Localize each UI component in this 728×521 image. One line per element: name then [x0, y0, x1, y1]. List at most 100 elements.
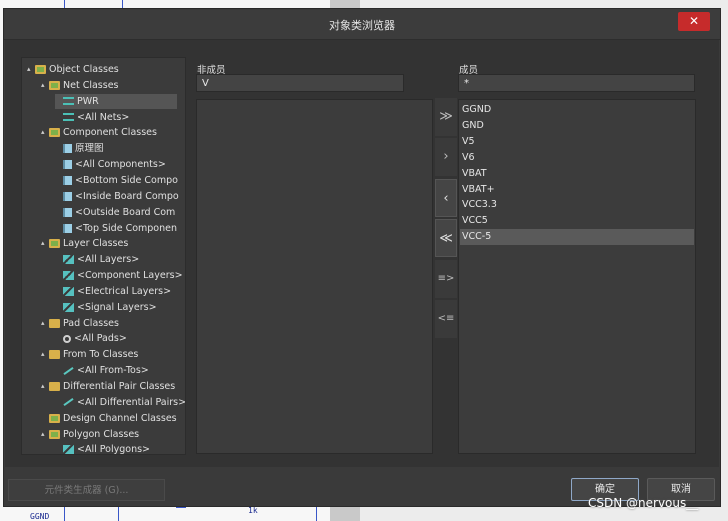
component-class-icon	[63, 223, 72, 233]
tree-item[interactable]: <All Differential Pairs>	[55, 395, 186, 410]
tree-item[interactable]: <Outside Board Com	[55, 205, 175, 220]
tree-item-label: <Component Layers>	[77, 270, 183, 282]
tree-item-label: <All Nets>	[77, 111, 130, 123]
tree-item[interactable]: ▴ Polygon Classes	[41, 427, 139, 442]
double-chevron-right-icon: ≫	[439, 109, 453, 124]
folder-icon	[49, 318, 60, 328]
expand-toggle-icon[interactable]: ▴	[41, 427, 49, 442]
expand-toggle-icon[interactable]: ▴	[41, 379, 49, 394]
tree-item[interactable]: ▴ Component Classes	[41, 125, 157, 140]
tree-item[interactable]: <Inside Board Compo	[55, 189, 179, 204]
tree-item-label: <All Pads>	[74, 333, 127, 345]
schematic-label: 1k	[248, 506, 258, 515]
tree-item[interactable]: ▴ Layer Classes	[41, 236, 128, 251]
member-list-item[interactable]: V6	[460, 150, 694, 166]
non-members-filter-input[interactable]: V	[196, 74, 404, 92]
object-class-tree[interactable]: ▲ ▼ ▴Object Classes▴Net ClassesPWR<All N…	[21, 57, 186, 455]
list-arrow-right-icon: ≡>	[437, 273, 455, 284]
tree-item-label: Component Classes	[63, 127, 157, 139]
tree-item[interactable]: ▴ Object Classes	[27, 62, 119, 77]
tree-item[interactable]: <Signal Layers>	[55, 300, 157, 315]
member-list-item[interactable]: VBAT+	[460, 182, 694, 198]
expand-toggle-icon[interactable]: ▴	[41, 78, 49, 93]
member-list-item[interactable]: V5	[460, 134, 694, 150]
tree-item[interactable]: <All Components>	[55, 157, 166, 172]
tree-item[interactable]: <All Layers>	[55, 252, 139, 267]
tree-item[interactable]: ▴ Differential Pair Classes	[41, 379, 175, 394]
tree-item-label: <Outside Board Com	[75, 206, 176, 218]
members-list[interactable]: GGND GND V5 V6 VBAT VBAT+ VCC3.3 VCC5 VCC-5	[458, 99, 696, 454]
add-button[interactable]: ›	[435, 138, 457, 176]
tree-item[interactable]: <All Nets>	[55, 110, 129, 125]
expand-toggle-icon[interactable]: ▴	[27, 62, 35, 77]
schematic-wire	[122, 0, 123, 8]
pad-class-icon	[63, 334, 71, 343]
tree-item[interactable]: <Top Side Componen	[55, 221, 177, 236]
folder-open-icon	[49, 80, 60, 90]
expand-toggle-icon[interactable]: ▴	[41, 236, 49, 251]
member-list-item[interactable]: VCC3.3	[460, 197, 694, 213]
close-button[interactable]: ✕	[678, 12, 710, 31]
component-class-icon	[63, 175, 72, 185]
tree-item[interactable]: <Bottom Side Compo	[55, 173, 178, 188]
tree-item-label: <Bottom Side Compo	[75, 174, 178, 186]
dialog-title: 对象类浏览器	[329, 19, 395, 32]
tree-item[interactable]: ▴ Pad Classes	[41, 316, 119, 331]
component-class-icon	[63, 144, 72, 154]
tree-item[interactable]: PWR	[55, 93, 177, 109]
tree-item[interactable]: 原理图	[55, 141, 104, 156]
non-members-list[interactable]	[196, 99, 433, 454]
tree-item-label: <All Polygons>	[77, 444, 150, 455]
expand-toggle-icon[interactable]: ▴	[41, 125, 49, 140]
tree-item[interactable]: ▴ Net Classes	[41, 78, 118, 93]
tree-item[interactable]: ▴ From To Classes	[41, 347, 138, 362]
remove-all-button[interactable]: ≪	[435, 219, 457, 257]
from-to-class-icon	[63, 398, 74, 407]
tree-item[interactable]: <Electrical Layers>	[55, 284, 171, 299]
tree-item-label: <All Layers>	[77, 254, 140, 266]
expand-toggle-icon[interactable]: ▴	[41, 316, 49, 331]
tree-item-label: <Signal Layers>	[77, 301, 157, 313]
tree-item-label: <Electrical Layers>	[77, 285, 172, 297]
tree-item[interactable]: Design Channel Classes	[41, 411, 177, 426]
watermark: CSDN @nervous__	[588, 496, 699, 510]
tree-item[interactable]: <Component Layers>	[55, 268, 183, 283]
component-class-icon	[63, 160, 72, 170]
double-chevron-left-icon: ≪	[439, 231, 453, 246]
tree-item-label: <Top Side Componen	[75, 222, 178, 234]
remove-button[interactable]: ‹	[435, 179, 457, 217]
layer-class-icon	[63, 255, 74, 265]
chevron-left-icon: ‹	[443, 191, 449, 206]
component-class-icon	[63, 191, 72, 201]
add-to-class-button[interactable]: ≡>	[435, 260, 457, 298]
tree-item[interactable]: <All Pads>	[55, 331, 127, 346]
folder-open-icon	[49, 429, 60, 439]
tree-item-label: 原理图	[75, 143, 104, 155]
schematic-wire	[64, 0, 65, 8]
members-filter-input[interactable]: *	[458, 74, 695, 92]
list-arrow-left-icon: <≡	[437, 313, 455, 324]
tree-item-label: Layer Classes	[63, 238, 129, 250]
member-list-item[interactable]: GND	[460, 118, 694, 134]
tree-item[interactable]: <All From-Tos>	[55, 363, 149, 378]
member-list-item[interactable]: GGND	[460, 102, 694, 118]
layer-class-icon	[63, 271, 74, 281]
folder-open-icon	[49, 128, 60, 138]
tree-item[interactable]: <All Polygons>	[55, 442, 150, 455]
tree-item-label: PWR	[77, 95, 99, 107]
member-list-item[interactable]: VBAT	[460, 166, 694, 182]
tree-item-label: From To Classes	[63, 349, 139, 361]
add-all-button[interactable]: ≫	[435, 98, 457, 136]
close-icon: ✕	[688, 14, 700, 28]
tree-item-label: Pad Classes	[63, 317, 119, 329]
folder-open-icon	[49, 239, 60, 249]
expand-toggle-icon[interactable]: ▴	[41, 347, 49, 362]
member-list-item[interactable]: VCC-5	[460, 229, 694, 246]
tree-item-label: Object Classes	[49, 64, 119, 75]
tree-item-label: <All Differential Pairs>	[77, 396, 186, 408]
remove-from-class-button[interactable]: <≡	[435, 300, 457, 338]
member-list-item[interactable]: VCC5	[460, 213, 694, 229]
folder-open-icon	[35, 65, 46, 74]
from-to-class-icon	[63, 366, 74, 375]
dialog-titlebar[interactable]: 对象类浏览器 ✕	[4, 9, 720, 40]
